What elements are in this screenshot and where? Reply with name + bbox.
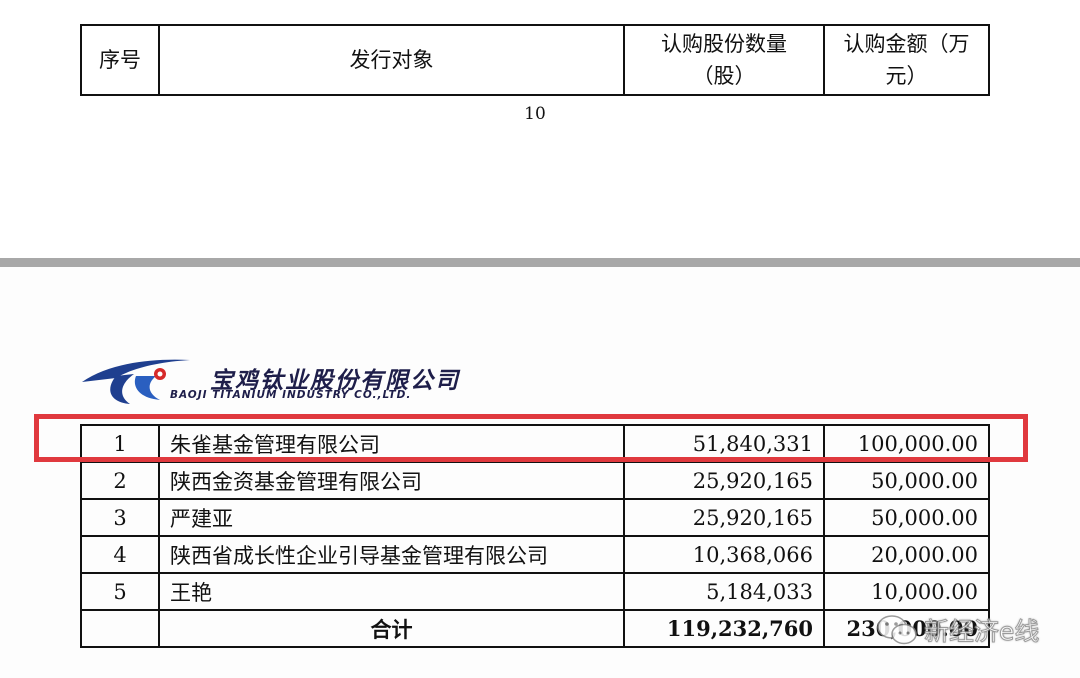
- table-row: 3 严建亚 25,920,165 50,000.00: [80, 498, 990, 537]
- row-amount: 20,000.00: [823, 535, 990, 574]
- row-amount: 50,000.00: [823, 461, 990, 500]
- row-no: 3: [80, 498, 160, 537]
- row-shares: 25,920,165: [623, 461, 825, 500]
- row-amount: 100,000.00: [823, 424, 990, 463]
- table-row: 4 陕西省成长性企业引导基金管理有限公司 10,368,066 20,000.00: [80, 535, 990, 574]
- table-row: 5 王艳 5,184,033 10,000.00: [80, 572, 990, 611]
- subscription-table: 1 朱雀基金管理有限公司 51,840,331 100,000.00 2 陕西金资基金管理…: [80, 424, 990, 648]
- wechat-icon: [877, 615, 917, 645]
- row-shares: 25,920,165: [623, 498, 825, 537]
- table-row: 2 陕西金资基金管理有限公司 25,920,165 50,000.00: [80, 461, 990, 500]
- total-no-cell: [80, 609, 160, 648]
- page-number: 10: [524, 104, 546, 124]
- row-no: 4: [80, 535, 160, 574]
- row-name: 陕西金资基金管理有限公司: [158, 461, 625, 500]
- header-target: 发行对象: [158, 24, 625, 96]
- row-no: 1: [80, 424, 160, 463]
- company-logo: 宝鸡钛业股份有限公司 BAOJI TITANIUM INDUSTRY CO.,L…: [78, 352, 508, 412]
- row-amount: 50,000.00: [823, 498, 990, 537]
- row-shares: 5,184,033: [623, 572, 825, 611]
- total-row: 合计 119,232,760 230,000.00: [80, 609, 990, 648]
- row-amount: 10,000.00: [823, 572, 990, 611]
- table-row: 1 朱雀基金管理有限公司 51,840,331 100,000.00: [80, 424, 990, 463]
- header-amount: 认购金额（万元）: [823, 24, 990, 96]
- row-no: 2: [80, 461, 160, 500]
- page-break-divider: [0, 258, 1080, 267]
- row-shares: 10,368,066: [623, 535, 825, 574]
- row-name: 朱雀基金管理有限公司: [158, 424, 625, 463]
- total-label: 合计: [158, 609, 625, 648]
- header-no: 序号: [80, 24, 160, 96]
- row-shares: 51,840,331: [623, 424, 825, 463]
- total-shares: 119,232,760: [623, 609, 825, 648]
- titanium-swoosh-icon: [82, 359, 190, 404]
- row-name: 陕西省成长性企业引导基金管理有限公司: [158, 535, 625, 574]
- watermark-text: 新经济e线: [923, 617, 1040, 647]
- header-table: 序号 发行对象 认购股份数量（股） 认购金额（万元）: [80, 24, 990, 96]
- row-no: 5: [80, 572, 160, 611]
- document-page: 序号 发行对象 认购股份数量（股） 认购金额（万元） 10 宝鸡钛业股份有限公司…: [0, 0, 1080, 678]
- row-name: 王艳: [158, 572, 625, 611]
- row-name: 严建亚: [158, 498, 625, 537]
- watermark: 新经济e线: [876, 612, 1040, 648]
- logo-company-name-en: BAOJI TITANIUM INDUSTRY CO.,LTD.: [170, 389, 412, 401]
- header-shares: 认购股份数量（股）: [623, 24, 825, 96]
